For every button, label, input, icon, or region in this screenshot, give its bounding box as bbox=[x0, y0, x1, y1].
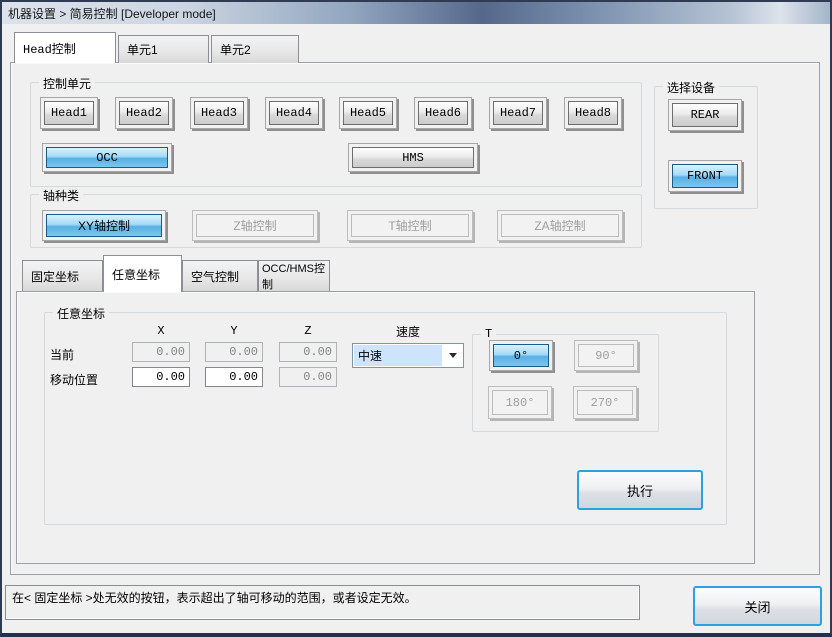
angle-90-button: 90° bbox=[574, 340, 638, 371]
head6-button-label: Head6 bbox=[418, 101, 468, 125]
close-button[interactable]: 关闭 bbox=[693, 586, 822, 626]
status-message: 在< 固定坐标 >处无效的按钮，表示超出了轴可移动的范围，或者设定无效。 bbox=[12, 591, 417, 605]
angle-0-button[interactable]: 0° bbox=[489, 340, 553, 371]
occ-button[interactable]: OCC bbox=[42, 143, 172, 172]
head4-button-label: Head4 bbox=[269, 101, 319, 125]
angle-90-button-label: 90° bbox=[578, 344, 634, 367]
speed-label: 速度 bbox=[395, 325, 420, 339]
head1-button-label: Head1 bbox=[44, 101, 94, 125]
dialog-window: 机器设置 > 简易控制 [Developer mode] Head控制 单元1 … bbox=[0, 0, 832, 637]
move-z-field bbox=[279, 367, 337, 387]
head7-button[interactable]: Head7 bbox=[489, 97, 547, 129]
speed-select[interactable]: 中速 bbox=[352, 343, 464, 368]
tab-label: Head控制 bbox=[23, 42, 76, 57]
tab-label: 单元1 bbox=[127, 43, 158, 57]
execute-button-label: 执行 bbox=[626, 483, 653, 499]
head2-button[interactable]: Head2 bbox=[115, 97, 173, 129]
za-axis-button: ZA轴控制 bbox=[497, 210, 623, 241]
tab-air-control[interactable]: 空气控制 bbox=[182, 260, 258, 291]
tab-occ-hms-control[interactable]: OCC/HMS控制 bbox=[258, 260, 330, 291]
angle-180-button: 180° bbox=[488, 386, 552, 419]
chevron-down-icon bbox=[449, 353, 457, 358]
head3-button-label: Head3 bbox=[194, 101, 244, 125]
tab-fixed-coords[interactable]: 固定坐标 bbox=[22, 260, 103, 291]
tab-label: 空气控制 bbox=[191, 269, 240, 284]
move-y-field[interactable] bbox=[205, 367, 263, 387]
execute-button[interactable]: 执行 bbox=[577, 470, 703, 510]
t-axis-button: T轴控制 bbox=[347, 210, 473, 241]
head8-button[interactable]: Head8 bbox=[564, 97, 622, 129]
col-header-x: X bbox=[157, 324, 165, 338]
tab-arbitrary-coords[interactable]: 任意坐标 bbox=[103, 255, 182, 292]
rear-button[interactable]: REAR bbox=[668, 99, 742, 131]
col-header-z: Z bbox=[304, 324, 312, 338]
xy-axis-button[interactable]: XY轴控制 bbox=[42, 210, 166, 241]
status-message-box: 在< 固定坐标 >处无效的按钮，表示超出了轴可移动的范围，或者设定无效。 bbox=[5, 585, 640, 620]
tab-head-control[interactable]: Head控制 bbox=[14, 32, 116, 63]
window-title: 机器设置 > 简易控制 [Developer mode] bbox=[8, 6, 216, 21]
move-row-label: 移动位置 bbox=[50, 373, 99, 387]
t-angle-group-label: T bbox=[481, 327, 497, 341]
col-header-y: Y bbox=[230, 324, 238, 338]
current-x-field bbox=[132, 342, 190, 362]
head2-button-label: Head2 bbox=[119, 101, 169, 125]
head6-button[interactable]: Head6 bbox=[414, 97, 472, 129]
title-bar: 机器设置 > 简易控制 [Developer mode] bbox=[2, 2, 830, 24]
hms-button-label: HMS bbox=[352, 147, 474, 168]
angle-270-button: 270° bbox=[573, 386, 637, 419]
t-axis-button-label: T轴控制 bbox=[351, 214, 469, 237]
head5-button-label: Head5 bbox=[343, 101, 393, 125]
occ-button-label: OCC bbox=[46, 147, 168, 168]
head5-button[interactable]: Head5 bbox=[339, 97, 397, 129]
angle-180-button-label: 180° bbox=[492, 390, 548, 415]
move-x-field[interactable] bbox=[132, 367, 190, 387]
za-axis-button-label: ZA轴控制 bbox=[501, 214, 619, 237]
tab-unit2[interactable]: 单元2 bbox=[211, 35, 299, 63]
head8-button-label: Head8 bbox=[568, 101, 618, 125]
head1-button[interactable]: Head1 bbox=[40, 97, 98, 129]
control-unit-group-label: 控制单元 bbox=[39, 75, 96, 92]
close-button-label: 关闭 bbox=[744, 599, 771, 615]
speed-selected-value: 中速 bbox=[354, 345, 442, 366]
axis-type-group-label: 轴种类 bbox=[39, 187, 84, 204]
current-y-field bbox=[205, 342, 263, 362]
rear-button-label: REAR bbox=[672, 103, 738, 127]
head7-button-label: Head7 bbox=[493, 101, 543, 125]
angle-270-button-label: 270° bbox=[577, 390, 633, 415]
angle-0-button-label: 0° bbox=[493, 344, 549, 367]
head3-button[interactable]: Head3 bbox=[190, 97, 248, 129]
front-button-label: FRONT bbox=[672, 164, 738, 188]
current-row-label: 当前 bbox=[50, 348, 75, 362]
head4-button[interactable]: Head4 bbox=[265, 97, 323, 129]
tab-label: OCC/HMS控制 bbox=[262, 263, 325, 291]
tab-label: 固定坐标 bbox=[31, 269, 80, 284]
tab-label: 单元2 bbox=[220, 43, 251, 57]
hms-button[interactable]: HMS bbox=[348, 143, 478, 172]
combo-dropdown-button[interactable] bbox=[443, 353, 463, 358]
tab-label: 任意坐标 bbox=[112, 267, 161, 282]
device-select-group-label: 选择设备 bbox=[663, 79, 720, 96]
z-axis-button-label: Z轴控制 bbox=[196, 214, 314, 237]
xy-axis-button-label: XY轴控制 bbox=[46, 214, 162, 237]
current-z-field bbox=[279, 342, 337, 362]
z-axis-button: Z轴控制 bbox=[192, 210, 318, 241]
front-button[interactable]: FRONT bbox=[668, 160, 742, 192]
arbitrary-coords-group-label: 任意坐标 bbox=[53, 305, 110, 322]
tab-unit1[interactable]: 单元1 bbox=[118, 35, 209, 63]
